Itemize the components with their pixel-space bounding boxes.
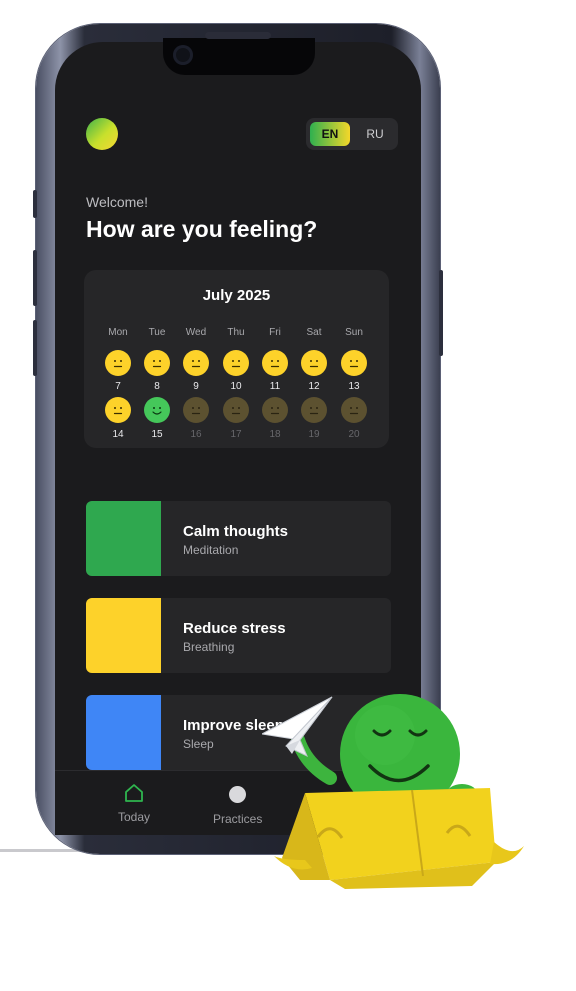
- circle-icon[interactable]: [229, 786, 246, 803]
- mood-empty-icon: [262, 397, 288, 423]
- weekday-label: Fri: [269, 327, 281, 338]
- practice-title: Reduce stress: [183, 620, 286, 637]
- speaker: [205, 32, 271, 39]
- lang-ru-button[interactable]: RU: [356, 122, 394, 146]
- app-logo: [86, 118, 118, 150]
- practice-subtitle: Breathing: [183, 640, 235, 654]
- calendar-day-number: 17: [230, 429, 242, 440]
- practice-subtitle: Meditation: [183, 543, 239, 557]
- calendar-day-number: 9: [193, 381, 199, 392]
- calendar-day-number: 12: [308, 381, 320, 392]
- welcome-text: Welcome!: [86, 194, 148, 210]
- mood-empty-icon: [183, 397, 209, 423]
- practice-color-swatch: [86, 501, 161, 576]
- practice-color-swatch: [86, 598, 161, 673]
- telegram-plane-icon: [262, 696, 333, 758]
- page-title: How are you feeling?: [86, 216, 318, 242]
- mood-empty-icon: [341, 397, 367, 423]
- mood-neutral-icon[interactable]: [341, 350, 367, 376]
- weekday-label: Mon: [108, 327, 128, 338]
- tab-practices[interactable]: Practices: [213, 812, 262, 826]
- calendar-day-number: 13: [348, 381, 360, 392]
- mood-neutral-icon[interactable]: [105, 350, 131, 376]
- practice-subtitle: Sleep: [183, 737, 214, 751]
- mood-empty-icon: [223, 397, 249, 423]
- calendar-day-number: 8: [154, 381, 160, 392]
- calendar-day-number: 10: [230, 381, 242, 392]
- calendar-day-number: 19: [308, 429, 320, 440]
- mood-calendar: July 2025 Mon Tue Wed Thu Fri Sat Sun 7 8 9 10 11 12…: [84, 270, 389, 448]
- calendar-month-label: July 2025: [202, 287, 271, 304]
- lang-en-button[interactable]: EN: [310, 122, 350, 146]
- volume-down-button: [33, 320, 37, 376]
- weekday-label: Sun: [345, 327, 363, 338]
- weekday-label: Sat: [306, 327, 322, 338]
- mood-neutral-icon[interactable]: [183, 350, 209, 376]
- mood-neutral-icon[interactable]: [144, 350, 170, 376]
- practice-card-calm-thoughts[interactable]: Calm thoughts Meditation: [86, 501, 391, 576]
- mood-empty-icon: [301, 397, 327, 423]
- mood-happy-icon[interactable]: [144, 397, 170, 423]
- calendar-day-number: 15: [151, 429, 163, 440]
- calendar-day-number: 11: [269, 381, 281, 392]
- volume-up-button: [33, 250, 37, 306]
- mood-neutral-icon[interactable]: [262, 350, 288, 376]
- calendar-day-number: 7: [115, 381, 121, 392]
- tab-today[interactable]: Today: [118, 810, 150, 824]
- front-camera: [173, 45, 193, 65]
- practice-card-reduce-stress[interactable]: Reduce stress Breathing: [86, 598, 391, 673]
- calendar-day-number: 20: [348, 429, 360, 440]
- weekday-label: Wed: [185, 327, 207, 338]
- practice-color-swatch: [86, 695, 161, 770]
- calendar-day-number: 18: [269, 429, 281, 440]
- home-icon[interactable]: [123, 783, 145, 808]
- mood-neutral-icon[interactable]: [223, 350, 249, 376]
- calendar-day-number: 16: [190, 429, 202, 440]
- language-switcher[interactable]: EN RU: [306, 118, 398, 150]
- weekday-label: Tue: [148, 327, 166, 338]
- practice-title: Calm thoughts: [183, 523, 288, 540]
- power-button: [439, 270, 443, 356]
- weekday-label: Thu: [227, 327, 245, 338]
- mascot-in-box: [262, 694, 524, 889]
- mood-neutral-icon[interactable]: [301, 350, 327, 376]
- calendar-day-number: 14: [112, 429, 124, 440]
- mood-neutral-icon[interactable]: [105, 397, 131, 423]
- mute-switch: [33, 190, 37, 218]
